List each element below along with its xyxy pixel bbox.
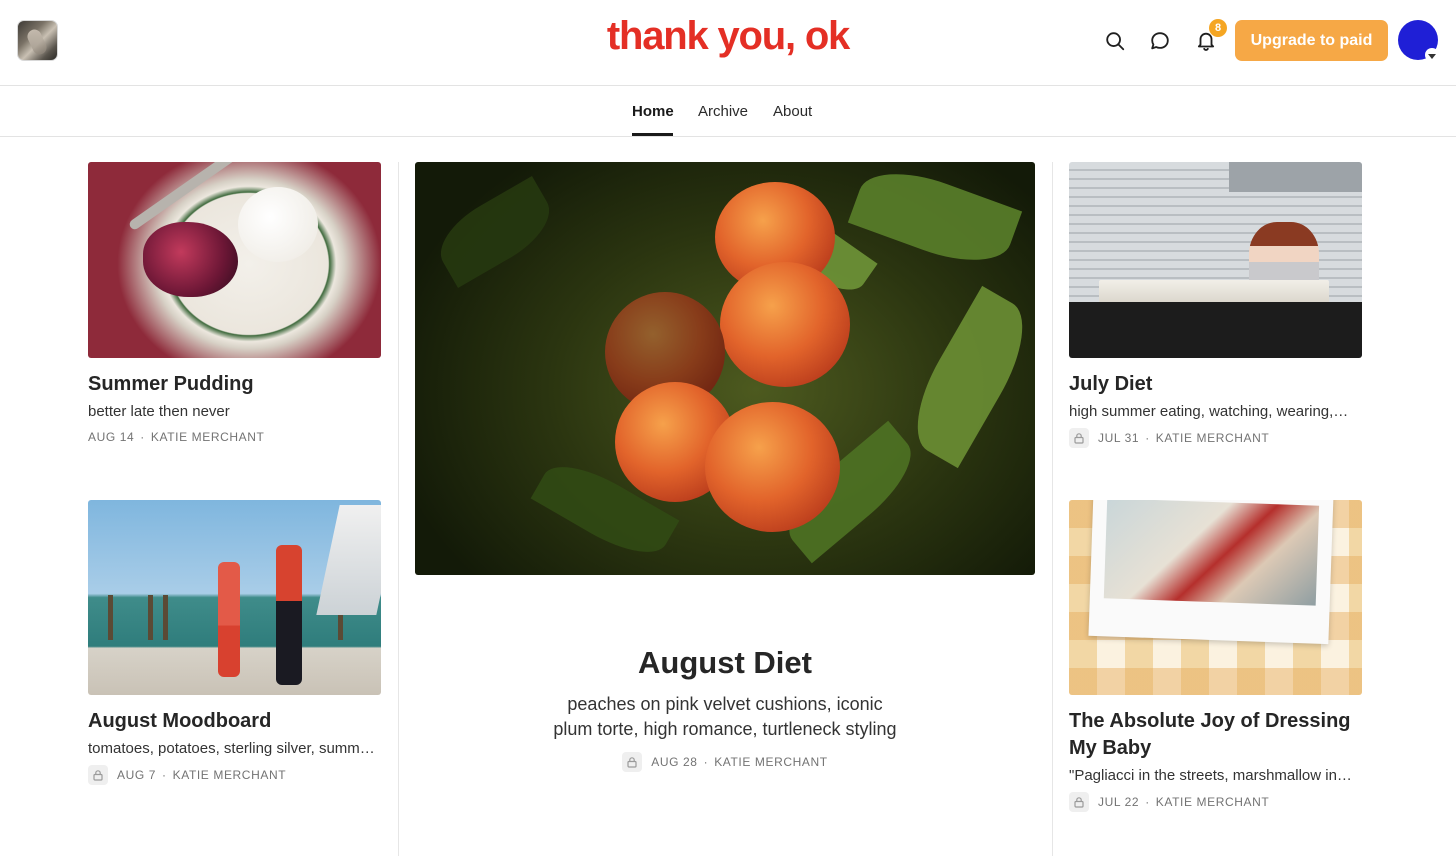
post-author[interactable]: KATIE MERCHANT [173, 768, 287, 782]
post-meta: AUG 14 · KATIE MERCHANT [88, 430, 264, 444]
notification-badge: 8 [1209, 19, 1227, 37]
post-author[interactable]: KATIE MERCHANT [151, 430, 265, 444]
search-icon[interactable] [1102, 28, 1128, 54]
post-subtitle: tomatoes, potatoes, sterling silver, sum… [88, 740, 375, 757]
tab-archive[interactable]: Archive [698, 103, 748, 120]
post-subtitle: "Pagliacci in the streets, marshmallow i… [1069, 767, 1352, 784]
meta-separator: · [162, 768, 167, 782]
lock-icon [1069, 792, 1089, 812]
featured-post-meta: AUG 28 · KATIE MERCHANT [415, 752, 1035, 772]
post-meta: AUG 7 · KATIE MERCHANT [88, 765, 286, 785]
meta-separator: · [1145, 431, 1150, 445]
post-title[interactable]: Summer Pudding [88, 371, 254, 398]
post-date: JUL 31 [1098, 431, 1140, 445]
column-divider [1052, 162, 1053, 856]
tab-home[interactable]: Home [632, 103, 674, 120]
post-title-line: My Baby [1069, 737, 1152, 759]
lock-icon [1069, 428, 1089, 448]
post-author[interactable]: KATIE MERCHANT [1156, 431, 1270, 445]
meta-separator: · [140, 430, 145, 444]
post-title[interactable]: July Diet [1069, 371, 1152, 398]
post-date: AUG 28 [651, 755, 698, 769]
post-thumbnail-july-diet[interactable] [1069, 162, 1362, 358]
active-tab-indicator [632, 133, 673, 136]
meta-separator: · [1145, 795, 1150, 809]
post-date: AUG 14 [88, 430, 135, 444]
post-meta: JUL 22 · KATIE MERCHANT [1069, 792, 1269, 812]
post-title[interactable]: The Absolute Joy of Dressing My Baby [1069, 708, 1351, 762]
nav-bar: Home Archive About [0, 86, 1456, 137]
post-thumbnail-dressing-my-baby[interactable] [1069, 500, 1362, 695]
top-bar: thank you, ok 8 Upgrade to paid [0, 0, 1456, 86]
lock-icon [88, 765, 108, 785]
post-thumbnail-august-diet[interactable] [415, 162, 1035, 575]
caret-down-icon[interactable] [1425, 48, 1439, 62]
chat-icon[interactable] [1147, 28, 1173, 54]
post-subtitle: better late then never [88, 403, 230, 420]
featured-post-subtitle: peaches on pink velvet cushions, iconic … [415, 692, 1035, 742]
upgrade-button[interactable]: Upgrade to paid [1235, 20, 1388, 61]
featured-post-title[interactable]: August Diet [415, 645, 1035, 681]
tab-about[interactable]: About [773, 103, 812, 120]
post-date: AUG 7 [117, 768, 157, 782]
column-divider [398, 162, 399, 856]
post-thumbnail-summer-pudding[interactable] [88, 162, 381, 358]
meta-separator: · [703, 755, 709, 769]
post-title[interactable]: August Moodboard [88, 708, 271, 735]
lock-icon [622, 752, 643, 772]
post-subtitle: high summer eating, watching, wearing,… [1069, 403, 1349, 420]
post-thumbnail-august-moodboard[interactable] [88, 500, 381, 695]
post-date: JUL 22 [1098, 795, 1140, 809]
post-author[interactable]: KATIE MERCHANT [1156, 795, 1270, 809]
post-meta: JUL 31 · KATIE MERCHANT [1069, 428, 1269, 448]
featured-subtitle-line: peaches on pink velvet cushions, iconic [567, 694, 883, 714]
post-title-line: The Absolute Joy of Dressing [1069, 710, 1351, 732]
post-author[interactable]: KATIE MERCHANT [714, 755, 828, 769]
featured-subtitle-line: plum torte, high romance, turtleneck sty… [553, 719, 897, 739]
